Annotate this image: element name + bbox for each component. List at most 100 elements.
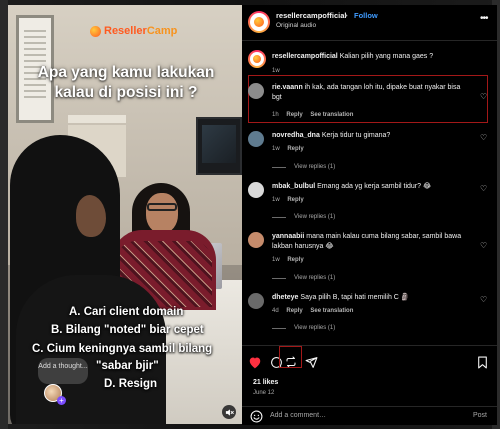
likes-count[interactable]: 21 likes <box>253 379 278 386</box>
author-username[interactable]: resellercampofficial <box>276 11 346 20</box>
comment-text: rie.vaann ih kak, ada tangan loh itu, di… <box>272 83 472 103</box>
smiley-icon <box>250 410 263 423</box>
see-translation-button[interactable]: See translation <box>310 308 353 314</box>
comment-meta: 1h Reply See translation <box>272 112 359 118</box>
more-options-icon[interactable]: ••• <box>480 13 488 24</box>
view-replies-label: View replies (1) <box>294 325 336 331</box>
comment-username[interactable]: resellercampofficial <box>272 53 338 60</box>
view-replies-label: View replies (1) <box>294 214 336 220</box>
reel-video[interactable]: Reseller Camp Apa yang kamu lakukan kalau… <box>8 5 242 424</box>
reply-button[interactable]: Reply <box>287 197 303 203</box>
comment-meta: 1w Reply <box>272 146 310 152</box>
comment-meta: 4d Reply See translation <box>272 308 359 314</box>
highlighted-repost-box <box>279 346 302 368</box>
comment-time[interactable]: 1w <box>272 197 280 203</box>
comment-time[interactable]: 1w <box>272 68 280 74</box>
comment-body: Kalian pilih yang mana gaes ? <box>339 53 434 60</box>
comment-username[interactable]: novredha_dna <box>272 132 320 139</box>
option-c-line2: "sabar bjir" <box>96 360 159 372</box>
brand-logo: Reseller Camp <box>90 25 177 37</box>
author-logo-icon <box>254 17 264 27</box>
add-thought-bubble[interactable]: Add a thought... <box>38 358 88 384</box>
wall-shelf <box>68 115 126 123</box>
like-comment-heart-icon[interactable]: ♡ <box>480 241 487 250</box>
share-button[interactable] <box>303 354 319 370</box>
comment-time[interactable]: 1w <box>272 146 280 152</box>
comment-time[interactable]: 4d <box>272 308 279 314</box>
reply-button[interactable]: Reply <box>286 112 302 118</box>
reply-button[interactable]: Reply <box>287 146 303 152</box>
comment-text: mbak_bulbul Emang ada yg kerja sambil ti… <box>272 182 472 192</box>
comment-body: Emang ada yg kerja sambil tidur? 😂 <box>317 183 432 190</box>
comment-username[interactable]: mbak_bulbul <box>272 183 315 190</box>
brand-name-part1: Reseller <box>104 25 147 37</box>
option-c-line1: C. Cium keningnya sambil bilang <box>32 343 213 355</box>
like-comment-heart-icon[interactable]: ♡ <box>480 295 487 304</box>
commenter-avatar[interactable] <box>248 293 264 309</box>
caption-logo-icon <box>253 55 261 63</box>
header-dot: • <box>345 11 348 20</box>
person-left-face <box>76 195 106 237</box>
post-date: June 12 <box>253 390 275 396</box>
option-d: D. Resign <box>104 378 158 390</box>
see-translation-button[interactable]: See translation <box>310 112 353 118</box>
comment-username[interactable]: rie.vaann <box>272 84 303 91</box>
view-replies-button[interactable]: View replies (1) <box>272 325 335 331</box>
commenter-avatar[interactable] <box>248 232 264 248</box>
view-replies-button[interactable]: View replies (1) <box>272 164 335 170</box>
comment-username[interactable]: yannaabii <box>272 233 304 240</box>
heart-filled-icon <box>249 357 261 368</box>
brand-flame-icon <box>90 25 101 37</box>
like-comment-heart-icon[interactable]: ♡ <box>480 92 487 101</box>
caption-text: resellercampofficial Kalian pilih yang m… <box>272 52 472 62</box>
view-replies-button[interactable]: View replies (1) <box>272 214 335 220</box>
comment-username[interactable]: dheteye <box>272 294 298 301</box>
mute-button[interactable] <box>222 405 236 419</box>
view-replies-button[interactable]: View replies (1) <box>272 275 335 281</box>
reply-button[interactable]: Reply <box>287 257 303 263</box>
post-modal: Reseller Camp Apa yang kamu lakukan kalau… <box>8 5 497 426</box>
comment-body: Saya pilih B, tapi hati memilih C 🗿 <box>300 294 410 301</box>
option-b: B. Bilang "noted" biar cepet <box>51 324 204 336</box>
comment-text: dheteye Saya pilih B, tapi hati memilih … <box>272 293 472 303</box>
option-a: A. Cari client domain <box>69 306 184 318</box>
reply-button[interactable]: Reply <box>286 308 302 314</box>
speaker-muted-icon <box>225 408 234 416</box>
brand-name-part2: Camp <box>146 25 178 37</box>
follow-button[interactable]: Follow <box>354 11 378 20</box>
bookmark-icon <box>477 356 487 368</box>
post-comment-button[interactable]: Post <box>473 412 487 419</box>
view-replies-label: View replies (1) <box>294 275 336 281</box>
like-comment-heart-icon[interactable]: ♡ <box>480 184 487 193</box>
commenter-avatar[interactable] <box>248 131 264 147</box>
save-button[interactable] <box>474 354 490 370</box>
commenter-avatar[interactable] <box>248 83 264 99</box>
caption-avatar[interactable] <box>248 50 266 68</box>
paper-plane-icon <box>305 356 317 368</box>
commenter-avatar[interactable] <box>248 182 264 198</box>
author-avatar[interactable] <box>248 11 270 33</box>
add-comment-input[interactable]: Add a comment… <box>270 412 326 419</box>
wall-tv <box>196 117 242 175</box>
person-right-face <box>146 193 178 233</box>
comment-meta: 1w <box>272 68 286 74</box>
background-page-left <box>0 0 8 429</box>
add-comment-row: Add a comment… Post <box>242 406 497 426</box>
comment-time[interactable]: 1h <box>272 112 279 118</box>
comment-text: novredha_dna Kerja tidur tu gimana? <box>272 131 472 141</box>
person-right-glasses <box>147 203 177 211</box>
post-header: resellercampofficial • Follow Original a… <box>242 5 497 41</box>
thought-plus-icon[interactable]: + <box>57 396 66 405</box>
comment-meta: 1w Reply <box>272 197 310 203</box>
comment-text: yannaabii mana main kalau cuma bilang sa… <box>272 232 472 252</box>
post-panel: resellercampofficial • Follow Original a… <box>242 5 497 426</box>
comment-meta: 1w Reply <box>272 257 310 263</box>
video-headline: Apa yang kamu lakukan kalau di posisi in… <box>37 64 215 101</box>
view-replies-label: View replies (1) <box>294 164 336 170</box>
audio-label[interactable]: Original audio <box>276 22 316 29</box>
like-comment-heart-icon[interactable]: ♡ <box>480 133 487 142</box>
comment-time[interactable]: 1w <box>272 257 280 263</box>
like-button[interactable] <box>247 354 263 370</box>
comment-body: Kerja tidur tu gimana? <box>321 132 391 139</box>
emoji-picker-button[interactable] <box>250 410 263 428</box>
